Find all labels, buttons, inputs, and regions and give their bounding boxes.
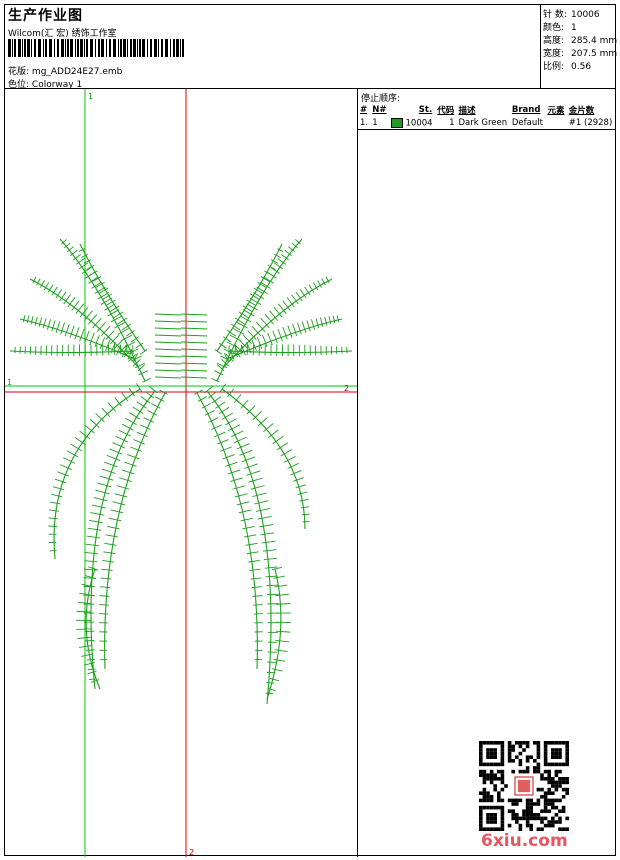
- col-index: #: [360, 105, 368, 115]
- table-row: 1. 1 10004 1 Dark Green Default #1 (2928…: [360, 117, 613, 129]
- axis-label-v1: 1: [88, 92, 93, 101]
- embroidery-preview: 1 2 1 2: [5, 89, 357, 857]
- axis-label-h1: 1: [7, 378, 12, 387]
- axis-label-h2: 2: [344, 384, 349, 393]
- stop-table-header: # N# St. 代码 描述 Brand 元素 金片数: [358, 103, 615, 117]
- col-brand: Brand: [511, 105, 541, 115]
- col-needle: N#: [372, 105, 387, 115]
- thread-color-swatch: [390, 117, 403, 128]
- barcode: [8, 39, 184, 57]
- color-count: 颜色: 1: [543, 23, 577, 33]
- company-name: Wilcom(汇 宏) 绣饰工作室: [8, 29, 117, 39]
- design-file: 花版: mg_ADD24E27.emb: [8, 64, 122, 77]
- design-canvas: 1 2 1 2: [5, 89, 358, 857]
- stop-sequence-table: # N# St. 代码 描述 Brand 元素 金片数 1. 1 10004 1…: [358, 103, 615, 130]
- table-rule: [358, 129, 615, 130]
- design-width: 宽度: 207.5 mm: [543, 49, 618, 59]
- production-sheet: 生产作业图 Wilcom(汇 宏) 绣饰工作室 花版: mg_ADD24E27.…: [4, 4, 618, 857]
- design-info-panel: 针 数: 10006 颜色: 1 高度: 285.4 mm 宽度: 207.5 mm 比…: [541, 5, 618, 89]
- design-height: 高度: 285.4 mm: [543, 36, 618, 46]
- watermark: 6xiu.com: [481, 831, 568, 851]
- file-label: 花版:: [8, 67, 30, 77]
- file-name: mg_ADD24E27.emb: [31, 67, 123, 77]
- sheet-title: 生产作业图: [8, 8, 83, 24]
- stitch-count: 针 数: 10006: [543, 10, 600, 20]
- axis-label-v2: 2: [189, 848, 194, 857]
- col-code: 代码: [437, 106, 455, 116]
- col-stitch: St.: [418, 105, 433, 115]
- qr-code: [479, 741, 569, 831]
- col-description: 描述: [458, 106, 476, 116]
- design-scale: 比例: 0.56: [543, 62, 592, 72]
- col-sequins: 金片数: [568, 106, 595, 116]
- col-element: 元素: [547, 106, 565, 116]
- header-panel: 生产作业图 Wilcom(汇 宏) 绣饰工作室 花版: mg_ADD24E27.…: [5, 5, 541, 90]
- wing-embroidery-design: [9, 238, 353, 705]
